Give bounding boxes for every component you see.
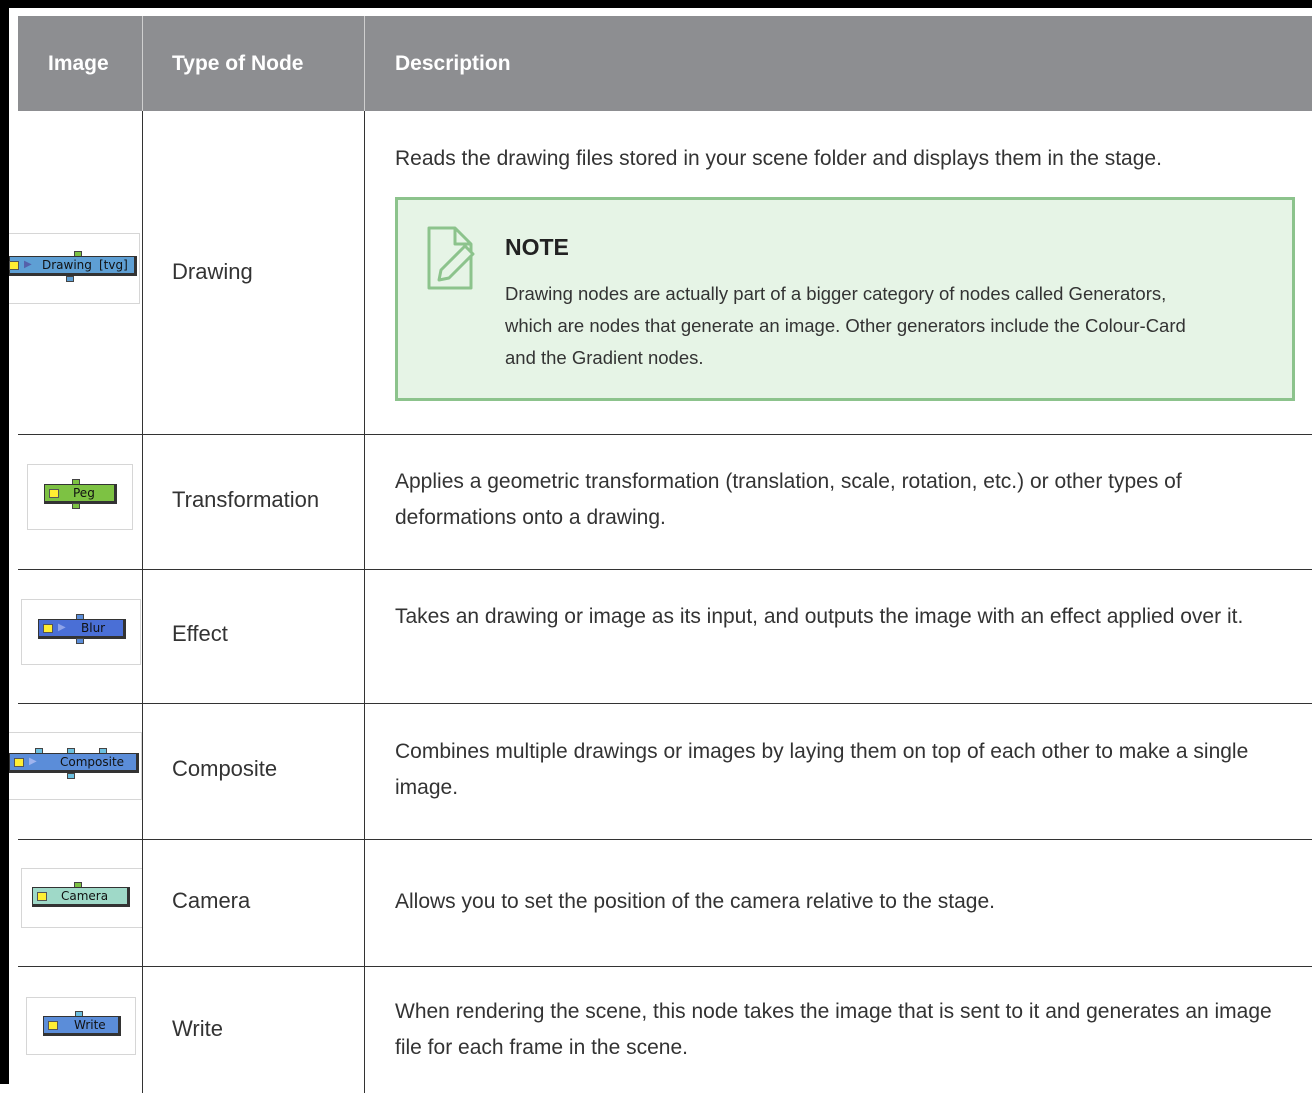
- blur-node: ▶ Blur: [38, 619, 126, 639]
- blur-node-thumbnail: ▶ Blur: [21, 599, 141, 665]
- composite-node-thumbnail: ▶ Composite: [9, 732, 142, 800]
- table-row: ▶ Drawing [tvg] Drawing Reads the drawin…: [9, 111, 1312, 435]
- node-output-port: [72, 503, 80, 509]
- table-row: Peg Transformation Applies a geometric t…: [18, 435, 1312, 570]
- description-cell: When rendering the scene, this node take…: [364, 967, 1312, 1093]
- description-cell: Takes an drawing or image as its input, …: [364, 570, 1312, 703]
- node-description: Reads the drawing files stored in your s…: [395, 147, 1162, 170]
- write-node: Write: [43, 1016, 121, 1036]
- node-label: Camera: [61, 889, 109, 903]
- node-description: When rendering the scene, this node take…: [395, 1000, 1272, 1059]
- node-square-icon: [49, 489, 59, 498]
- type-cell: Drawing: [142, 111, 364, 434]
- image-cell: Write: [18, 967, 142, 1093]
- peg-node-thumbnail: Peg: [27, 464, 133, 530]
- type-cell: Write: [142, 967, 364, 1093]
- drawing-node-thumbnail: ▶ Drawing [tvg]: [9, 233, 140, 304]
- note-box: NOTE Drawing nodes are actually part of …: [395, 197, 1295, 401]
- table-row: Camera Camera Allows you to set the posi…: [18, 840, 1312, 967]
- play-arrow-icon: ▶: [24, 259, 32, 270]
- image-cell: Peg: [18, 435, 142, 569]
- description-cell: Reads the drawing files stored in your s…: [364, 111, 1312, 434]
- node-description: Allows you to set the position of the ca…: [395, 890, 995, 913]
- node-type-name: Camera: [172, 888, 251, 913]
- table-header: Image Type of Node Description: [18, 16, 1312, 111]
- node-description: Takes an drawing or image as its input, …: [395, 605, 1244, 628]
- node-label: Peg: [73, 486, 95, 500]
- image-cell: ▶ Drawing [tvg]: [9, 111, 142, 434]
- note-pencil-icon: [427, 226, 475, 290]
- node-output-port: [76, 638, 84, 644]
- table-row: Write Write When rendering the scene, th…: [18, 967, 1312, 1093]
- play-arrow-icon: ▶: [29, 756, 37, 767]
- node-output-port: [66, 276, 74, 282]
- header-type-of-node: Type of Node: [142, 16, 364, 111]
- node-square-icon: [14, 758, 24, 767]
- node-type-name: Composite: [172, 756, 278, 781]
- drawing-node: ▶ Drawing [tvg]: [9, 256, 137, 276]
- node-label: Composite: [60, 755, 125, 769]
- node-square-icon: [9, 261, 19, 270]
- write-node-thumbnail: Write: [26, 997, 136, 1055]
- header-description: Description: [364, 16, 1312, 111]
- image-cell: ▶ Blur: [18, 570, 142, 703]
- node-label: Write: [74, 1018, 106, 1032]
- node-square-icon: [37, 892, 47, 901]
- play-arrow-icon: ▶: [58, 622, 66, 633]
- node-type-name: Drawing: [172, 259, 253, 284]
- image-cell: ▶ Composite: [9, 704, 142, 839]
- node-label: Drawing: [42, 258, 92, 272]
- node-label: Blur: [81, 621, 106, 635]
- description-cell: Applies a geometric transformation (tran…: [364, 435, 1312, 569]
- node-type-name: Write: [172, 1016, 223, 1041]
- type-cell: Camera: [142, 840, 364, 966]
- node-types-table: Image Type of Node Description ▶ Drawing…: [0, 0, 1312, 1093]
- note-title: NOTE: [505, 234, 569, 260]
- table-row: ▶ Composite Composite Combines multiple …: [9, 704, 1312, 840]
- type-cell: Effect: [142, 570, 364, 703]
- description-cell: Combines multiple drawings or images by …: [364, 704, 1312, 839]
- type-cell: Composite: [142, 704, 364, 839]
- node-output-port: [67, 773, 75, 779]
- composite-node: ▶ Composite: [9, 753, 139, 773]
- node-type-name: Effect: [172, 621, 228, 646]
- node-square-icon: [43, 624, 53, 633]
- header-image: Image: [48, 52, 109, 75]
- peg-node: Peg: [44, 484, 117, 504]
- description-cell: Allows you to set the position of the ca…: [364, 840, 1312, 966]
- camera-node: Camera: [32, 887, 130, 907]
- node-description: Combines multiple drawings or images by …: [395, 740, 1249, 799]
- type-cell: Transformation: [142, 435, 364, 569]
- table-row: ▶ Blur Effect Takes an drawing or image …: [18, 570, 1312, 704]
- camera-node-thumbnail: Camera: [21, 868, 142, 928]
- image-cell: Camera: [18, 840, 142, 966]
- note-body: Drawing nodes are actually part of a big…: [505, 283, 1186, 368]
- node-description: Applies a geometric transformation (tran…: [395, 470, 1182, 529]
- node-suffix: [tvg]: [99, 258, 128, 272]
- node-type-name: Transformation: [172, 487, 320, 512]
- node-square-icon: [48, 1021, 58, 1030]
